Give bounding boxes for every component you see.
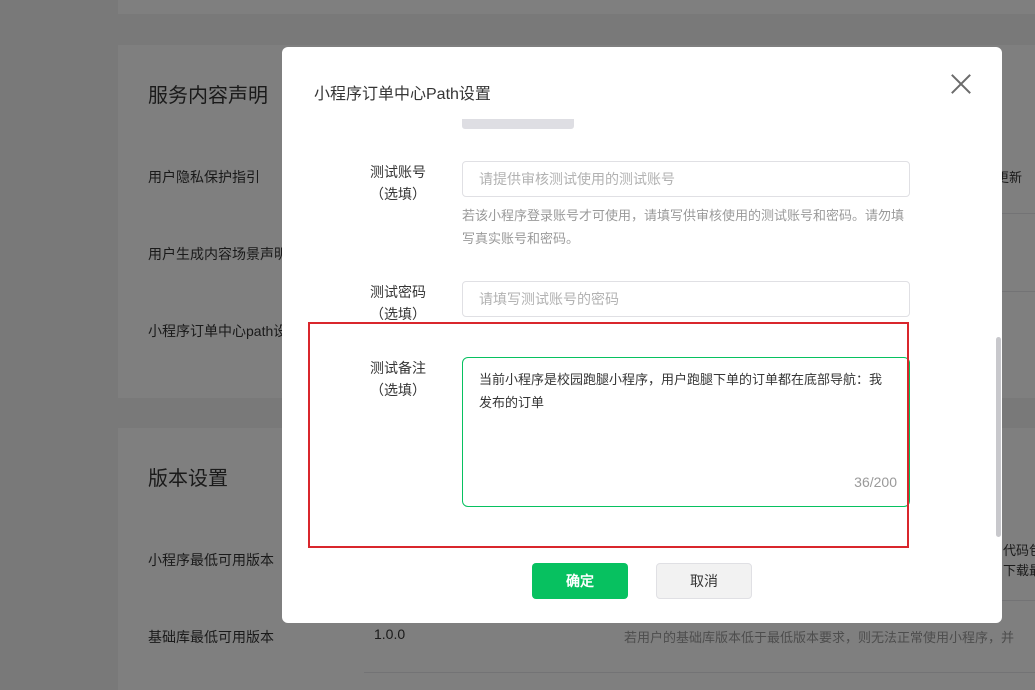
dialog-body: 测试账号 （选填） 请提供审核测试使用的测试账号 若该小程序登录账号才可使用，请… (282, 107, 1002, 555)
char-counter: 36/200 (854, 474, 897, 490)
previous-field-control (462, 119, 574, 129)
test-note-textarea[interactable]: 当前小程序是校园跑腿小程序，用户跑腿下单的订单都在底部导航：我发布的订单 36/… (462, 357, 910, 507)
test-password-label-text: 测试密码 (370, 284, 426, 300)
test-password-label: 测试密码 （选填） (343, 281, 453, 325)
confirm-button[interactable]: 确定 (532, 563, 628, 599)
test-password-input[interactable]: 请填写测试账号的密码 (462, 281, 910, 317)
test-password-optional-text: （选填） (370, 306, 426, 322)
test-note-label-text: 测试备注 (370, 360, 426, 376)
order-center-path-dialog: 小程序订单中心Path设置 测试账号 （选填） 请提供审核测试使用的测试账号 若… (282, 47, 1002, 623)
dialog-title: 小程序订单中心Path设置 (314, 86, 491, 103)
test-note-text: 当前小程序是校园跑腿小程序，用户跑腿下单的订单都在底部导航：我发布的订单 (479, 372, 883, 410)
test-account-label-text: 测试账号 (370, 164, 426, 180)
test-account-hint: 若该小程序登录账号才可使用，请填写供审核使用的测试账号和密码。请勿填写真实账号和… (462, 208, 905, 246)
dialog-scrollbar[interactable] (996, 337, 1001, 537)
test-note-optional-text: （选填） (370, 382, 426, 398)
test-account-input[interactable]: 请提供审核测试使用的测试账号 (462, 161, 910, 197)
close-icon[interactable] (948, 71, 974, 97)
cancel-button[interactable]: 取消 (656, 563, 752, 599)
test-account-label: 测试账号 （选填） (343, 161, 453, 205)
test-account-optional-text: （选填） (370, 186, 426, 202)
test-note-label: 测试备注 （选填） (343, 357, 453, 401)
